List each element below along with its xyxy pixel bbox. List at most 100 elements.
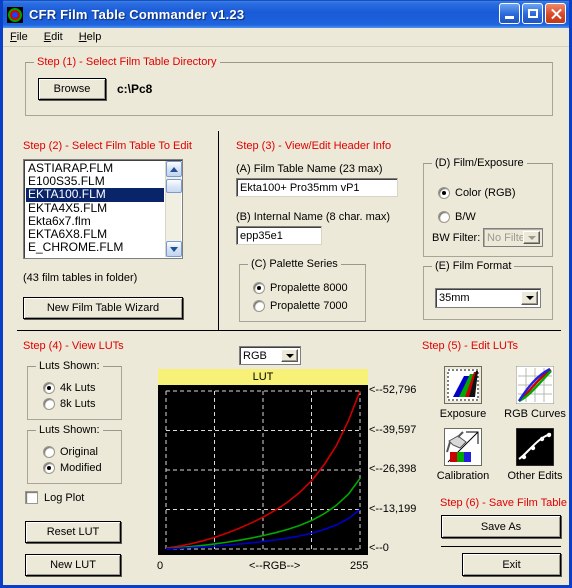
- directory-path: c:\Pc8: [117, 82, 153, 96]
- application-window: CFR Film Table Commander v1.23 File Edit…: [0, 0, 572, 588]
- radio-modified[interactable]: Modified: [43, 462, 102, 474]
- menu-edit[interactable]: Edit: [44, 31, 63, 43]
- menu-edit-rest: dit: [51, 31, 63, 43]
- palette-series-legend: (C) Palette Series: [248, 258, 341, 270]
- radio-4k-luts[interactable]: 4k Luts: [43, 382, 95, 394]
- radio-color-rgb-dot: [438, 187, 450, 199]
- browse-button[interactable]: Browse: [38, 78, 106, 100]
- new-film-table-wizard-button[interactable]: New Film Table Wizard: [23, 297, 183, 319]
- exposure-button-label: Exposure: [439, 408, 487, 420]
- menu-file[interactable]: File: [10, 31, 28, 43]
- y-axis-tick-label: <--0: [369, 542, 389, 554]
- list-item[interactable]: E_CHROME.FLM: [26, 240, 164, 254]
- step6-title: Step (6) - Save Film Table: [440, 497, 567, 509]
- lut-plot-area: [158, 385, 368, 555]
- step5-title: Step (5) - Edit LUTs: [422, 340, 518, 352]
- radio-propalette-7000-dot: [253, 300, 265, 312]
- radio-8k-luts-dot: [43, 398, 55, 410]
- radio-color-rgb-label: Color (RGB): [455, 187, 516, 199]
- menu-file-rest: ile: [16, 31, 28, 43]
- radio-4k-luts-label: 4k Luts: [60, 382, 96, 394]
- other-edits-icon[interactable]: [515, 427, 555, 467]
- log-plot-label: Log Plot: [44, 491, 85, 504]
- film-format-chevron-down-icon[interactable]: [521, 291, 538, 305]
- radio-propalette-7000[interactable]: Propalette 7000: [253, 300, 348, 312]
- y-axis-tick-label: <--26,398: [369, 463, 417, 475]
- radio-propalette-8000[interactable]: Propalette 8000: [253, 282, 348, 294]
- listbox-scrollbar[interactable]: [165, 161, 182, 257]
- calibration-icon[interactable]: [443, 427, 483, 467]
- film-table-count: (43 film tables in folder): [23, 272, 138, 284]
- film-table-name-label: (A) Film Table Name (23 max): [236, 163, 383, 175]
- rgb-curves-button-label: RGB Curves: [504, 408, 566, 420]
- radio-4k-luts-dot: [43, 382, 55, 394]
- window-controls: [499, 3, 566, 24]
- minimize-button[interactable]: [499, 3, 520, 24]
- list-item[interactable]: EKTA4X5.FLM: [26, 201, 164, 215]
- x-axis-title: <--RGB-->: [249, 560, 301, 572]
- x-axis-max-label: 255: [350, 560, 369, 572]
- film-format-select[interactable]: 35mm: [435, 288, 541, 308]
- exposure-gradient-icon[interactable]: [443, 365, 483, 405]
- menu-help-rest: elp: [86, 31, 102, 43]
- step4-title: Step (4) - View LUTs: [23, 340, 124, 352]
- scrollbar-thumb[interactable]: [166, 179, 182, 193]
- film-table-name-input[interactable]: Ekta100+ Pro35mm vP1: [236, 178, 398, 197]
- rgb-curves-icon[interactable]: [515, 365, 555, 405]
- bw-filter-chevron-down-icon[interactable]: [523, 231, 540, 244]
- radio-original-dot: [43, 446, 55, 458]
- radio-modified-label: Modified: [60, 462, 102, 474]
- channel-select-value: RGB: [243, 349, 267, 362]
- y-axis-tick-label: <--52,796: [369, 384, 417, 396]
- scroll-down-button[interactable]: [166, 241, 182, 257]
- channel-select[interactable]: RGB: [239, 346, 301, 365]
- step3-title: Step (3) - View/Edit Header Info: [236, 140, 392, 152]
- radio-propalette-8000-label: Propalette 8000: [270, 282, 348, 294]
- new-lut-button[interactable]: New LUT: [25, 554, 121, 576]
- lut-chart-title: LUT: [158, 369, 368, 385]
- save-as-button[interactable]: Save As: [441, 515, 561, 538]
- bw-filter-label: BW Filter:: [432, 232, 481, 244]
- luts-resolution-legend: Luts Shown:: [36, 360, 103, 372]
- radio-original[interactable]: Original: [43, 446, 98, 458]
- film-table-listbox[interactable]: ASTIARAP.FLM E100S35.FLM EKTA100.FLM EKTA4X…: [23, 159, 183, 259]
- radio-original-label: Original: [60, 446, 98, 458]
- close-button[interactable]: [545, 3, 566, 24]
- radio-bw[interactable]: B/W: [438, 211, 476, 223]
- reset-lut-button[interactable]: Reset LUT: [25, 521, 121, 543]
- step6-divider: [441, 546, 561, 547]
- scroll-up-button[interactable]: [166, 161, 182, 177]
- internal-name-input[interactable]: epp35e1: [236, 226, 322, 245]
- list-item[interactable]: EKTA100.FLM: [26, 188, 164, 202]
- other-edits-button-label: Other Edits: [507, 470, 563, 482]
- exit-button[interactable]: Exit: [462, 553, 561, 576]
- y-axis-tick-label: <--39,597: [369, 423, 417, 436]
- log-plot-checkbox[interactable]: Log Plot: [25, 491, 84, 504]
- radio-bw-dot: [438, 211, 450, 223]
- step2-title: Step (2) - Select Film Table To Edit: [23, 140, 192, 152]
- radio-propalette-7000-label: Propalette 7000: [270, 300, 348, 312]
- radio-modified-dot: [43, 462, 55, 474]
- film-table-list-items: ASTIARAP.FLM E100S35.FLM EKTA100.FLM EKTA4X…: [26, 161, 164, 254]
- title-bar: CFR Film Table Commander v1.23: [3, 0, 569, 28]
- film-format-value: 35mm: [439, 292, 470, 304]
- channel-select-chevron-down-icon[interactable]: [281, 349, 298, 362]
- lut-chart: LUT: [158, 369, 368, 555]
- film-exposure-legend: (D) Film/Exposure: [432, 157, 527, 169]
- maximize-button[interactable]: [522, 3, 543, 24]
- luts-version-legend: Luts Shown:: [36, 424, 103, 436]
- bw-filter-select[interactable]: No Filter: [483, 228, 543, 247]
- calibration-button-label: Calibration: [436, 470, 490, 482]
- x-axis-min-label: 0: [157, 560, 164, 572]
- menu-help[interactable]: Help: [79, 31, 102, 43]
- list-item[interactable]: Ekta6x7.flm: [26, 214, 164, 228]
- window-title: CFR Film Table Commander v1.23: [29, 7, 245, 22]
- radio-8k-luts[interactable]: 8k Luts: [43, 398, 95, 410]
- radio-color-rgb[interactable]: Color (RGB): [438, 187, 516, 199]
- horizontal-divider: [17, 330, 561, 331]
- vertical-divider: [218, 131, 219, 330]
- menu-bar: File Edit Help: [3, 28, 569, 47]
- y-axis-tick-label: <--13,199: [369, 502, 417, 515]
- rgb-ring-icon: [7, 6, 23, 23]
- film-format-legend: (E) Film Format: [432, 260, 515, 272]
